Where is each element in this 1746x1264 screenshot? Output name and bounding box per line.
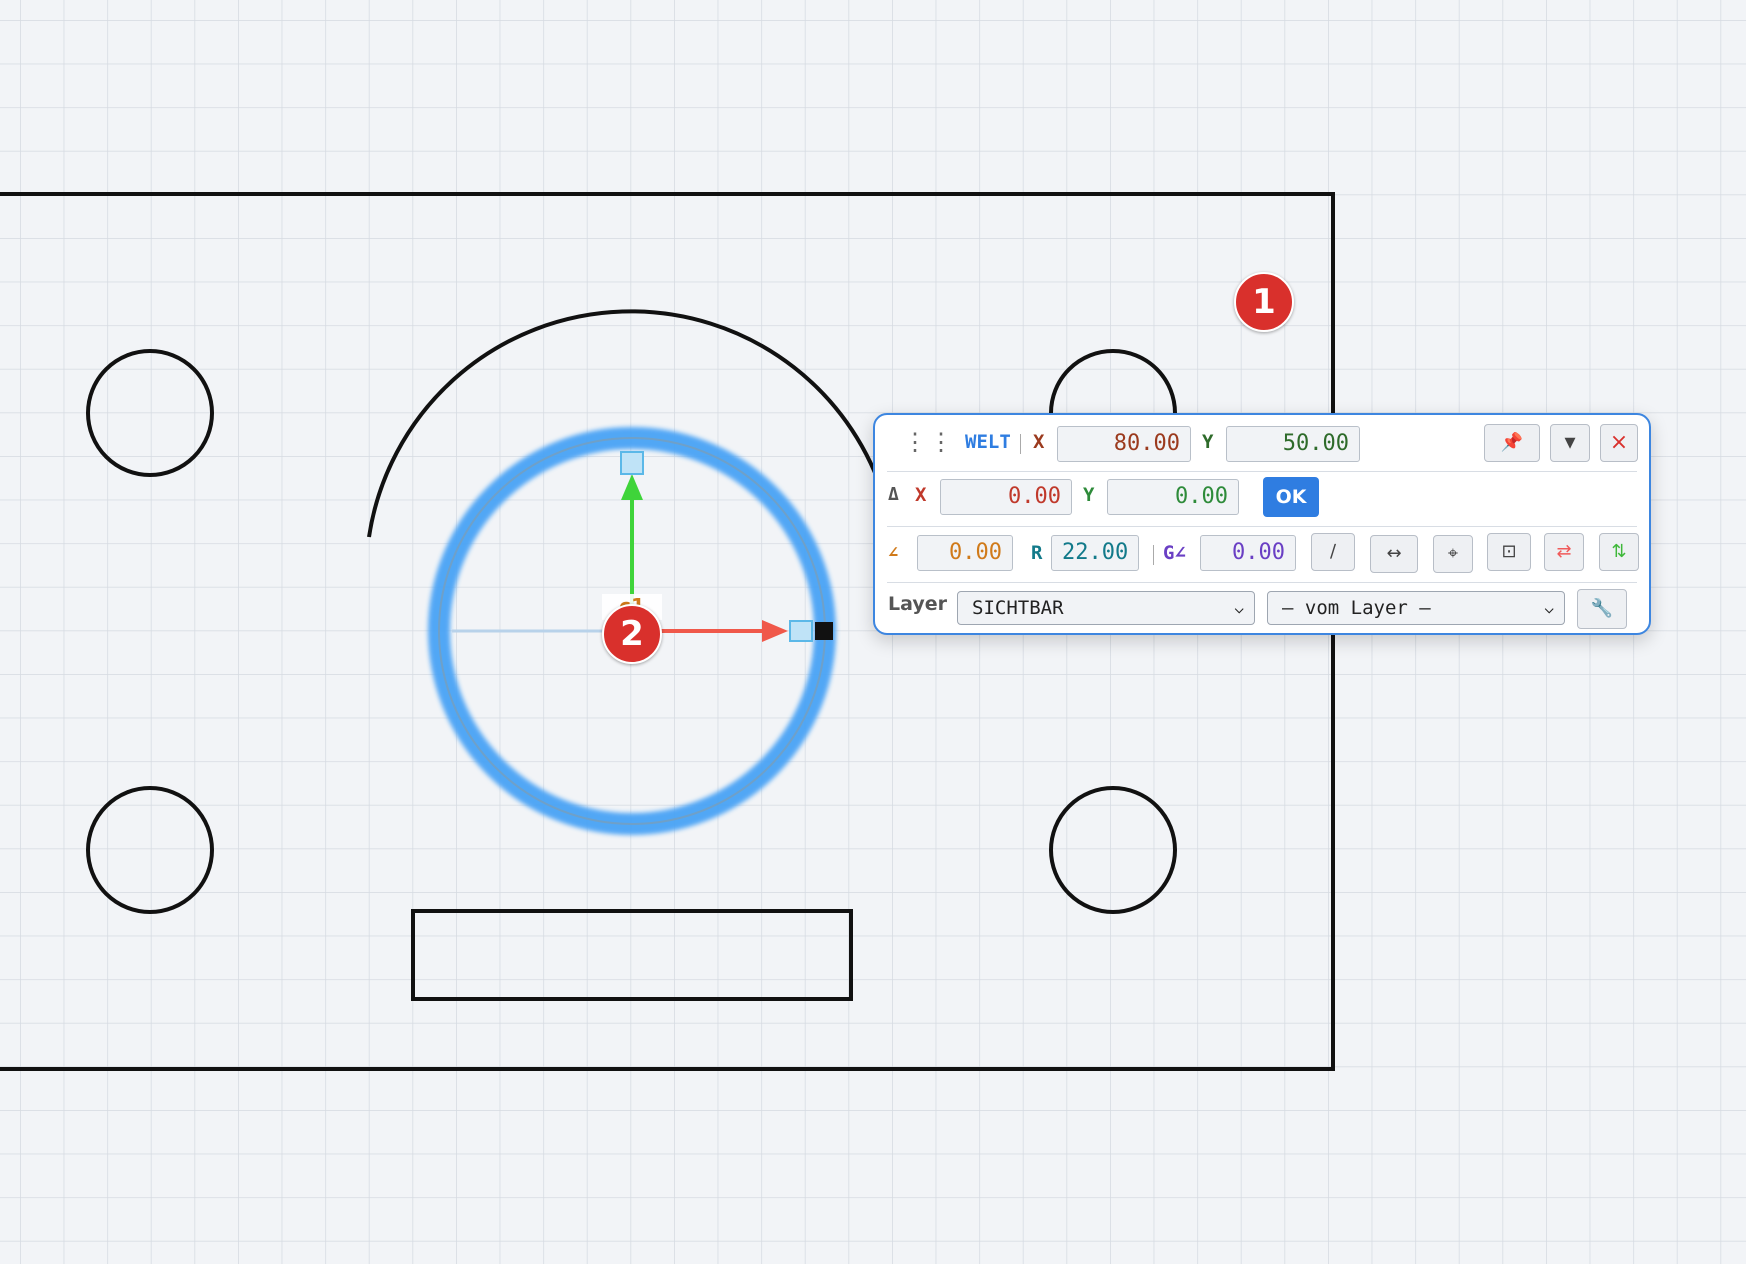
- crosshair-icon: ⌖: [1447, 543, 1459, 564]
- global-angle-input[interactable]: 0.00: [1200, 535, 1296, 571]
- chevron-down-icon: ▾: [1564, 430, 1576, 455]
- collapse-button[interactable]: ▾: [1550, 424, 1590, 462]
- layer-select-value: SICHTBAR: [972, 597, 1064, 619]
- ok-button[interactable]: OK: [1263, 477, 1319, 517]
- angle-input[interactable]: 0.00: [917, 535, 1013, 571]
- tool-center-button[interactable]: ⌖: [1433, 535, 1473, 573]
- chevron-down-icon: ⌵: [1234, 598, 1244, 617]
- grip-handle-right-active[interactable]: [815, 622, 833, 640]
- pin-button[interactable]: 📌: [1484, 424, 1540, 462]
- delta-icon: Δ: [888, 484, 899, 505]
- divider: [1020, 434, 1021, 454]
- panel-row-delta: Δ X 0.00 Y 0.00 OK: [887, 473, 1637, 523]
- line-icon: ∕: [1329, 541, 1337, 562]
- dx-label: X: [915, 484, 927, 506]
- tool-flip-button[interactable]: ⇅: [1599, 533, 1639, 571]
- coord-mode-label[interactable]: WELT: [965, 423, 1011, 461]
- tool-box-button[interactable]: ⊡: [1487, 533, 1531, 571]
- row-separator: [887, 471, 1637, 472]
- annotation-marker-1: 1: [1234, 272, 1294, 332]
- flip-arrows-icon: ⇅: [1611, 541, 1627, 562]
- layer-label: Layer: [888, 593, 947, 615]
- panel-row-absolute: ⋮⋮ WELT X 80.00 Y 50.00 📌 ▾ ×: [887, 420, 1638, 470]
- linetype-select-value: — vom Layer —: [1282, 597, 1431, 619]
- layer-select[interactable]: SICHTBAR ⌵: [957, 591, 1255, 625]
- y-label: Y: [1202, 431, 1214, 453]
- wrench-icon: 🔧: [1590, 598, 1614, 619]
- dx-input[interactable]: 0.00: [940, 479, 1072, 515]
- x-input[interactable]: 80.00: [1057, 426, 1191, 462]
- chevron-down-icon: ⌵: [1544, 598, 1554, 617]
- panel-row-polar: ∠ 0.00 R 22.00 G∠ 0.00 ∕ ↔ ⌖ ⊡ ⇄ ⇅: [887, 529, 1639, 579]
- box-center-icon: ⊡: [1501, 541, 1517, 562]
- tool-swap-button[interactable]: ⇄: [1544, 533, 1584, 571]
- dy-input[interactable]: 0.00: [1107, 479, 1239, 515]
- annotation-marker-2: 2: [602, 604, 662, 664]
- settings-button[interactable]: 🔧: [1577, 589, 1627, 629]
- x-label: X: [1033, 431, 1045, 453]
- tool-line-button[interactable]: ∕: [1311, 533, 1355, 571]
- angle-icon: ∠: [888, 543, 899, 563]
- y-input[interactable]: 50.00: [1226, 426, 1360, 462]
- pin-icon: 📌: [1500, 432, 1524, 453]
- dy-label: Y: [1083, 484, 1095, 506]
- drag-handle-icon[interactable]: ⋮⋮: [903, 423, 955, 461]
- divider: [1153, 545, 1154, 565]
- row-separator: [887, 526, 1637, 527]
- grip-handle-right[interactable]: [789, 620, 813, 642]
- panel-row-layer: Layer SICHTBAR ⌵ — vom Layer — ⌵ 🔧: [887, 585, 1637, 635]
- tool-horizontal-button[interactable]: ↔: [1370, 535, 1418, 573]
- row-separator: [887, 582, 1637, 583]
- close-button[interactable]: ×: [1600, 424, 1638, 462]
- radius-label: R: [1031, 542, 1043, 564]
- linetype-select[interactable]: — vom Layer — ⌵: [1267, 591, 1565, 625]
- close-icon: ×: [1609, 430, 1629, 455]
- radius-input[interactable]: 22.00: [1051, 535, 1139, 571]
- swap-arrows-icon: ⇄: [1556, 541, 1572, 562]
- global-angle-label: G∠: [1163, 542, 1186, 564]
- coordinate-input-panel[interactable]: ⋮⋮ WELT X 80.00 Y 50.00 📌 ▾ × Δ X 0.00 Y…: [873, 413, 1651, 635]
- grip-handle-top[interactable]: [620, 451, 644, 475]
- horizontal-arrows-icon: ↔: [1386, 543, 1402, 564]
